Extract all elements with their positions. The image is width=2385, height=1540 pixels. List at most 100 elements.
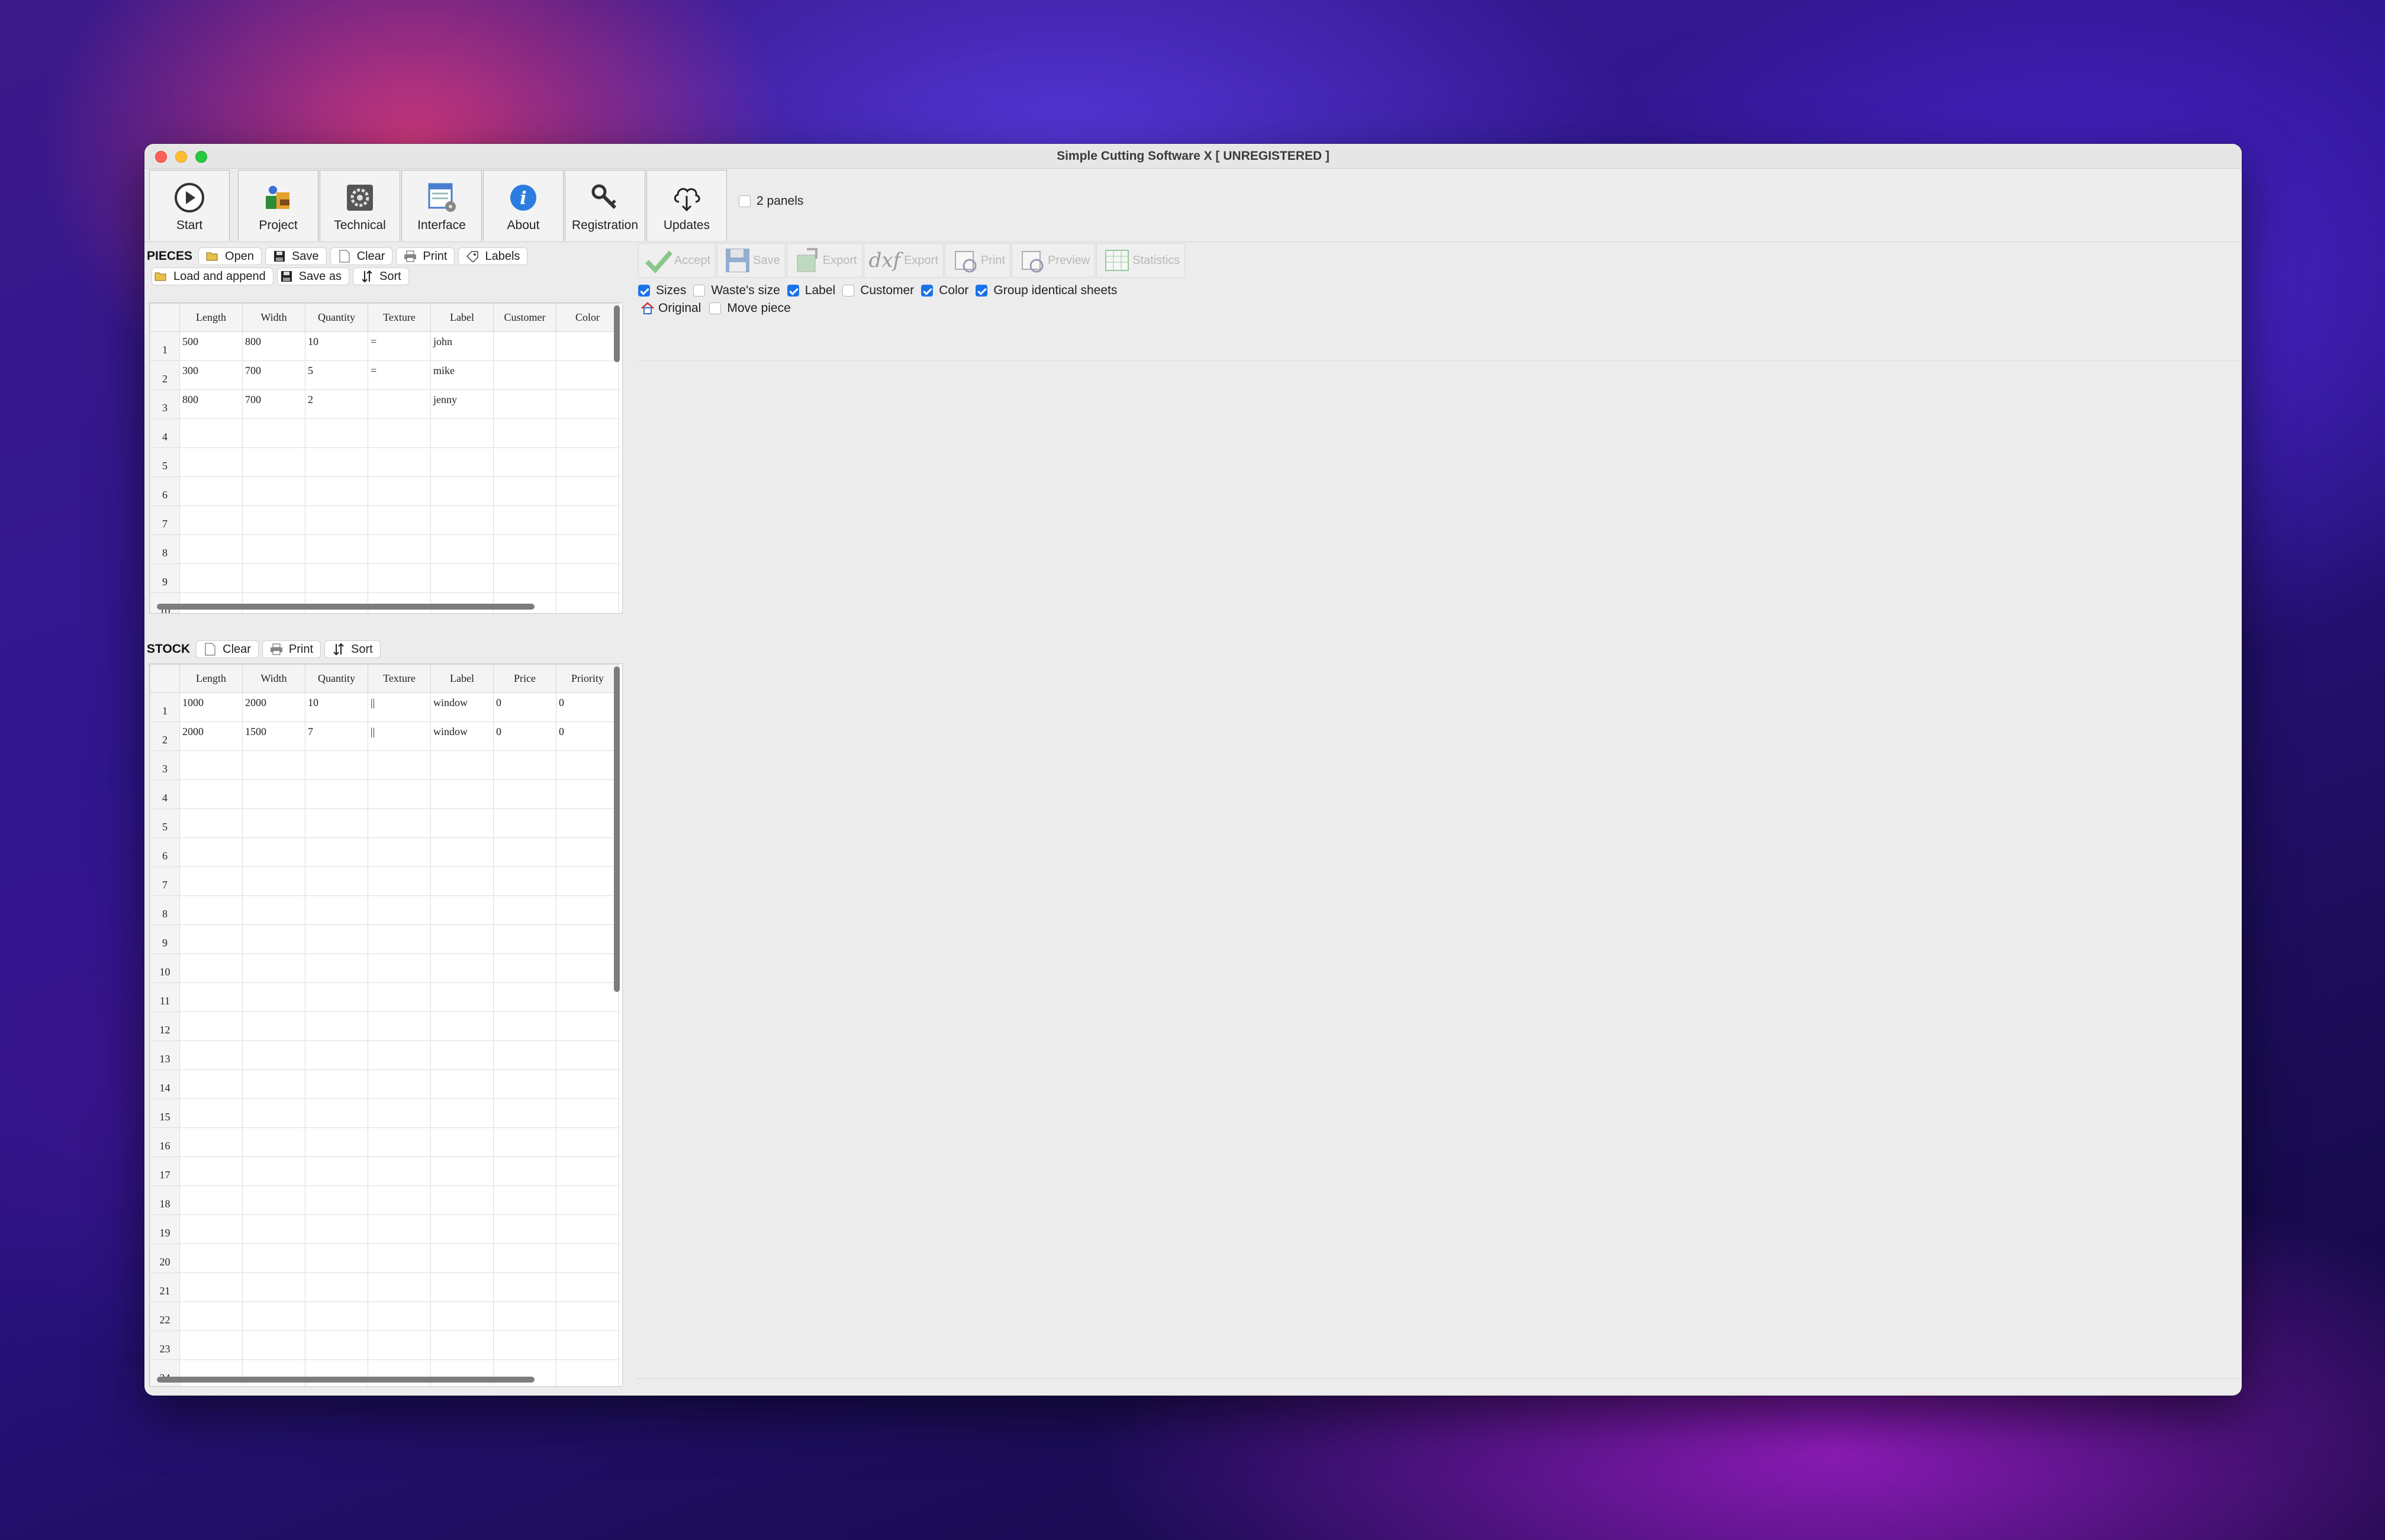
table-cell[interactable]: 800 — [179, 389, 243, 419]
table-cell[interactable] — [430, 534, 494, 564]
table-cell[interactable] — [305, 1156, 368, 1186]
table-cell[interactable] — [493, 1330, 556, 1360]
table-cell[interactable]: john — [430, 331, 494, 361]
table-cell[interactable] — [305, 1127, 368, 1157]
table-cell[interactable] — [305, 447, 368, 477]
table-cell[interactable] — [242, 1011, 305, 1041]
row-number[interactable]: 19 — [150, 1214, 180, 1244]
table-cell[interactable] — [430, 895, 494, 925]
table-cell[interactable] — [305, 808, 368, 838]
table-cell[interactable] — [242, 563, 305, 593]
table-cell[interactable]: 1000 — [179, 692, 243, 722]
table-cell[interactable] — [305, 1330, 368, 1360]
table-cell[interactable] — [242, 866, 305, 896]
column-header[interactable]: Priority — [556, 664, 619, 693]
minimize-window-button[interactable] — [175, 151, 187, 163]
move-piece-toggle[interactable]: Move piece — [709, 301, 791, 315]
table-cell[interactable] — [493, 447, 556, 477]
table-cell[interactable] — [368, 1127, 431, 1157]
table-cell[interactable]: 1500 — [242, 721, 305, 751]
column-header[interactable]: Width — [242, 303, 305, 332]
table-cell[interactable] — [556, 982, 619, 1012]
row-number[interactable]: 18 — [150, 1185, 180, 1215]
table-cell[interactable] — [556, 331, 619, 361]
table-cell[interactable] — [305, 837, 368, 867]
table-cell[interactable]: 10 — [305, 692, 368, 722]
table-cell[interactable] — [305, 563, 368, 593]
table-cell[interactable] — [242, 1359, 305, 1386]
table-cell[interactable] — [179, 982, 243, 1012]
table-cell[interactable] — [556, 1011, 619, 1041]
table-cell[interactable] — [179, 895, 243, 925]
table-cell[interactable] — [493, 1185, 556, 1215]
row-number[interactable]: 12 — [150, 1011, 180, 1041]
table-cell[interactable] — [305, 1040, 368, 1070]
table-cell[interactable] — [305, 1301, 368, 1331]
table-cell[interactable]: 700 — [242, 389, 305, 419]
table-cell[interactable] — [556, 1127, 619, 1157]
stock-horizontal-scrollbar[interactable] — [157, 1377, 535, 1383]
export-button[interactable]: Export — [786, 243, 862, 278]
table-cell[interactable] — [179, 476, 243, 506]
pieces-clear-button[interactable]: Clear — [330, 247, 393, 265]
project-button[interactable]: Project — [238, 170, 318, 241]
table-cell[interactable]: 2 — [305, 389, 368, 419]
row-number[interactable]: 7 — [150, 505, 180, 535]
table-cell[interactable]: window — [430, 721, 494, 751]
table-cell[interactable] — [179, 750, 243, 780]
table-cell[interactable] — [242, 505, 305, 535]
row-number[interactable]: 2 — [150, 721, 180, 751]
table-cell[interactable] — [493, 1040, 556, 1070]
column-header[interactable]: Length — [179, 664, 243, 693]
row-number[interactable]: 5 — [150, 447, 180, 477]
stock-sort-button[interactable]: Sort — [324, 640, 381, 658]
table-cell[interactable] — [556, 1185, 619, 1215]
table-cell[interactable] — [430, 866, 494, 896]
table-cell[interactable] — [242, 750, 305, 780]
results-print-button[interactable]: Print — [944, 243, 1011, 278]
row-number[interactable]: 21 — [150, 1272, 180, 1302]
table-cell[interactable] — [305, 750, 368, 780]
table-cell[interactable] — [242, 476, 305, 506]
row-number[interactable]: 15 — [150, 1098, 180, 1128]
table-cell[interactable]: = — [368, 331, 431, 361]
table-cell[interactable] — [242, 1243, 305, 1273]
table-cell[interactable]: jenny — [430, 389, 494, 419]
table-cell[interactable] — [179, 1243, 243, 1273]
column-header[interactable]: Customer — [493, 303, 556, 332]
table-cell[interactable] — [493, 779, 556, 809]
option-checkbox[interactable] — [638, 285, 650, 297]
table-cell[interactable] — [368, 1359, 431, 1386]
table-cell[interactable] — [430, 1301, 494, 1331]
table-cell[interactable] — [368, 389, 431, 419]
table-cell[interactable] — [179, 1156, 243, 1186]
table-cell[interactable] — [368, 837, 431, 867]
table-cell[interactable] — [430, 1098, 494, 1128]
table-cell[interactable] — [368, 1098, 431, 1128]
option-checkbox[interactable] — [842, 285, 855, 297]
table-cell[interactable] — [368, 1272, 431, 1302]
table-cell[interactable] — [368, 1301, 431, 1331]
table-cell[interactable] — [430, 1243, 494, 1273]
table-cell[interactable] — [368, 1040, 431, 1070]
table-cell[interactable] — [242, 1127, 305, 1157]
table-cell[interactable] — [179, 837, 243, 867]
row-number[interactable]: 1 — [150, 692, 180, 722]
table-cell[interactable] — [179, 534, 243, 564]
table-cell[interactable] — [493, 1098, 556, 1128]
table-cell[interactable] — [556, 808, 619, 838]
table-cell[interactable] — [242, 953, 305, 983]
row-number[interactable]: 7 — [150, 866, 180, 896]
table-cell[interactable] — [430, 924, 494, 954]
table-cell[interactable] — [242, 895, 305, 925]
row-number[interactable]: 11 — [150, 982, 180, 1012]
table-cell[interactable] — [242, 1272, 305, 1302]
table-cell[interactable] — [556, 592, 619, 613]
table-cell[interactable] — [179, 808, 243, 838]
table-cell[interactable] — [556, 1098, 619, 1128]
table-cell[interactable] — [179, 1011, 243, 1041]
option-customer[interactable]: Customer — [842, 283, 914, 298]
table-cell[interactable] — [556, 1243, 619, 1273]
table-cell[interactable] — [493, 1301, 556, 1331]
column-header[interactable]: Length — [179, 303, 243, 332]
